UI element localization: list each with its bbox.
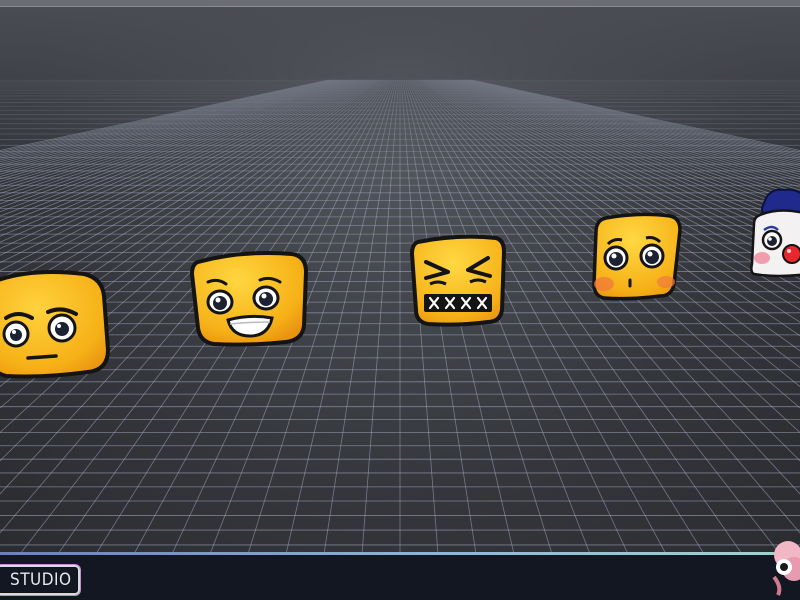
suspicious-emoji-icon[interactable] (0, 266, 114, 382)
clown-emoji-icon[interactable] (748, 188, 800, 280)
mascot-icon[interactable] (764, 537, 800, 597)
viewport-top-border (0, 0, 800, 7)
footer-bar: STUDIO (0, 541, 800, 600)
frustrated-emoji-icon[interactable] (408, 232, 508, 330)
3d-viewport[interactable] (0, 0, 800, 554)
pleading-emoji-icon[interactable] (590, 210, 682, 304)
studio-logo-badge[interactable]: STUDIO (0, 565, 80, 595)
grinning-emoji-icon[interactable] (188, 246, 312, 350)
brand-name: STUDIO (10, 570, 72, 590)
